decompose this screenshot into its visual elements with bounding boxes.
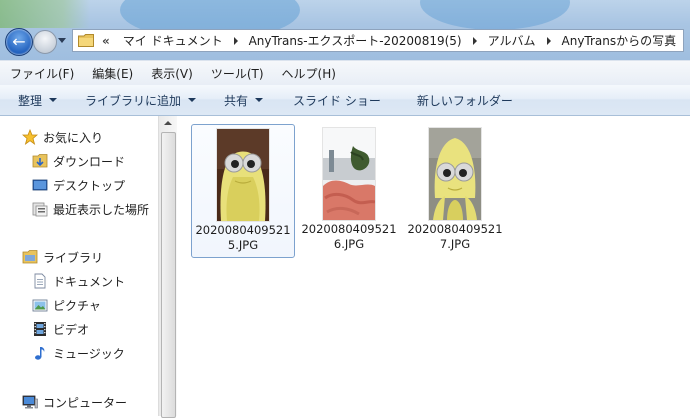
nav-favorites-label: お気に入り (43, 130, 104, 145)
menu-help[interactable]: ヘルプ(H) (272, 65, 344, 82)
music-note-icon (32, 345, 48, 361)
nav-computer-label: コンピューター (43, 395, 128, 410)
chevron-down-icon (255, 98, 264, 102)
computer-icon (22, 394, 38, 410)
file-item[interactable]: 2020080409521 7.JPG (403, 124, 507, 258)
file-name: 2020080409521 6.JPG (301, 222, 397, 251)
nav-libraries[interactable]: ライブラリ (0, 245, 160, 269)
folder-icon (78, 34, 94, 47)
forward-button[interactable] (33, 30, 57, 54)
nav-music-label: ミュージック (53, 346, 125, 361)
chevron-down-icon (49, 98, 58, 102)
chevron-down-icon (188, 98, 197, 102)
film-icon (32, 321, 48, 337)
file-item[interactable]: 2020080409521 6.JPG (297, 124, 401, 258)
breadcrumb-album[interactable]: アルバム (483, 32, 541, 49)
navigation-scrollbar[interactable] (158, 116, 178, 418)
recent-pages-dropdown[interactable] (58, 38, 66, 43)
recent-places-icon (32, 201, 48, 217)
organize-label: 整理 (18, 93, 43, 108)
star-icon (21, 128, 39, 146)
scrollbar-thumb[interactable] (161, 132, 176, 418)
nav-computer[interactable]: コンピューター (0, 390, 160, 414)
favorites-group: お気に入り ダウンロード デスクトップ 最近表示した場所 (0, 125, 160, 221)
breadcrumb-arrow-icon[interactable] (546, 36, 551, 45)
breadcrumb-arrow-icon[interactable] (233, 36, 238, 45)
navigation-pane: お気に入り ダウンロード デスクトップ 最近表示した場所 ライブラリ ドキュメン… (0, 116, 160, 416)
nav-pictures[interactable]: ピクチャ (0, 293, 160, 317)
add-to-library-button[interactable]: ライブラリに追加 (67, 92, 206, 109)
nav-favorites[interactable]: お気に入り (0, 125, 160, 149)
nav-videos-label: ビデオ (53, 322, 90, 337)
document-icon (32, 273, 48, 289)
nav-videos[interactable]: ビデオ (0, 317, 160, 341)
download-folder-icon (32, 153, 48, 169)
nav-pictures-label: ピクチャ (53, 298, 101, 313)
new-folder-button[interactable]: 新しいフォルダー (391, 92, 523, 109)
file-name: 2020080409521 7.JPG (407, 222, 503, 251)
breadcrumb-photos[interactable]: AnyTransからの写真 (557, 32, 682, 49)
file-list: 2020080409521 5.JPG 2020080409521 6.JPG (177, 116, 690, 416)
organize-button[interactable]: 整理 (0, 92, 67, 109)
nav-downloads[interactable]: ダウンロード (0, 149, 160, 173)
command-bar: 整理 ライブラリに追加 共有 スライド ショー 新しいフォルダー (0, 85, 690, 116)
share-button[interactable]: 共有 (206, 92, 273, 109)
nav-recent-places[interactable]: 最近表示した場所 (0, 197, 160, 221)
address-bar[interactable]: « マイ ドキュメント AnyTrans-エクスポート-20200819(5) … (72, 29, 684, 52)
nav-libraries-label: ライブラリ (43, 250, 104, 265)
menu-view[interactable]: 表示(V) (141, 65, 201, 82)
nav-documents[interactable]: ドキュメント (0, 269, 160, 293)
photo-thumbnail (429, 128, 481, 220)
nav-downloads-label: ダウンロード (53, 154, 126, 169)
nav-documents-label: ドキュメント (53, 274, 126, 289)
file-name: 2020080409521 5.JPG (195, 223, 291, 252)
photo-thumbnail (217, 129, 269, 221)
back-button[interactable]: ← (5, 28, 33, 56)
new-folder-label: 新しいフォルダー (416, 93, 513, 108)
share-label: 共有 (224, 93, 249, 108)
photo-thumbnail (323, 128, 375, 220)
back-arrow-icon: ← (12, 32, 26, 51)
nav-desktop-label: デスクトップ (53, 178, 126, 193)
nav-music[interactable]: ミュージック (0, 341, 160, 365)
menu-bar: ファイル(F) 編集(E) 表示(V) ツール(T) ヘルプ(H) (0, 60, 690, 86)
picture-icon (32, 297, 48, 313)
libraries-group: ライブラリ ドキュメント ピクチャ ビデオ ミュージック (0, 245, 160, 365)
desktop-icon (32, 177, 48, 193)
slideshow-button[interactable]: スライド ショー (273, 92, 391, 109)
nav-desktop[interactable]: デスクトップ (0, 173, 160, 197)
computer-group: コンピューター (0, 390, 160, 414)
menu-file[interactable]: ファイル(F) (0, 65, 82, 82)
breadcrumb-overflow[interactable]: « (102, 34, 110, 48)
add-to-library-label: ライブラリに追加 (85, 93, 182, 108)
scroll-up-icon[interactable] (164, 121, 172, 125)
breadcrumb-export-folder[interactable]: AnyTrans-エクスポート-20200819(5) (244, 32, 467, 49)
library-folder-icon (22, 249, 38, 265)
slideshow-label: スライド ショー (293, 93, 381, 108)
nav-recent-places-label: 最近表示した場所 (53, 202, 150, 217)
menu-tools[interactable]: ツール(T) (201, 65, 272, 82)
breadcrumb-arrow-icon[interactable] (472, 36, 477, 45)
breadcrumb-my-documents[interactable]: マイ ドキュメント (118, 32, 228, 49)
file-item[interactable]: 2020080409521 5.JPG (191, 124, 295, 258)
menu-edit[interactable]: 編集(E) (82, 65, 141, 82)
